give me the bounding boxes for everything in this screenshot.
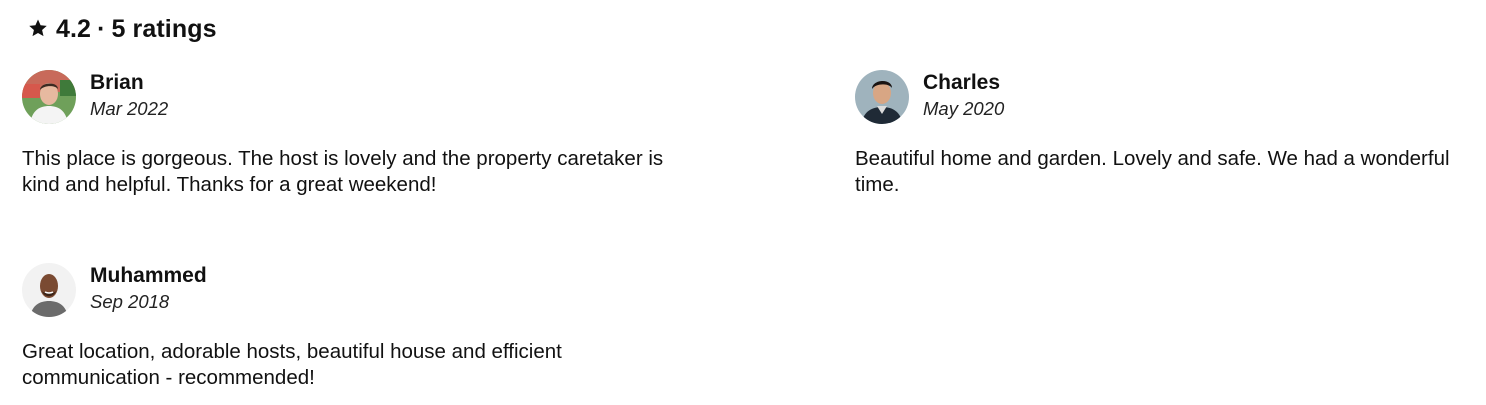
- star-icon: [29, 19, 47, 37]
- reviewer-header: Muhammed Sep 2018: [22, 263, 682, 319]
- review-text: Beautiful home and garden. Lovely and sa…: [855, 147, 1450, 196]
- review-card: Charles May 2020 Beautiful home and gard…: [855, 70, 1480, 198]
- reviewer-header: Brian Mar 2022: [22, 70, 682, 126]
- rating-summary: 4.2 · 5 ratings: [28, 12, 217, 46]
- review-date: Mar 2022: [90, 98, 169, 119]
- reviewer-name[interactable]: Brian: [90, 70, 168, 96]
- review-date: Sep 2018: [90, 291, 170, 312]
- reviewer-name[interactable]: Charles: [923, 70, 1004, 96]
- avatar[interactable]: [855, 70, 909, 124]
- reviewer-name[interactable]: Muhammed: [90, 263, 207, 289]
- reviewer-header: Charles May 2020: [855, 70, 1480, 126]
- rating-count: 5 ratings: [111, 14, 217, 43]
- avatar[interactable]: [22, 70, 76, 124]
- review-date: May 2020: [923, 98, 1005, 119]
- review-text: This place is gorgeous. The host is love…: [22, 147, 664, 196]
- review-card: Muhammed Sep 2018 Great location, adorab…: [22, 263, 682, 391]
- rating-separator: ·: [97, 14, 106, 43]
- review-card: Brian Mar 2022 This place is gorgeous. T…: [22, 70, 682, 198]
- avatar[interactable]: [22, 263, 76, 317]
- average-rating: 4.2: [56, 14, 92, 43]
- review-text: Great location, adorable hosts, beautifu…: [22, 340, 562, 389]
